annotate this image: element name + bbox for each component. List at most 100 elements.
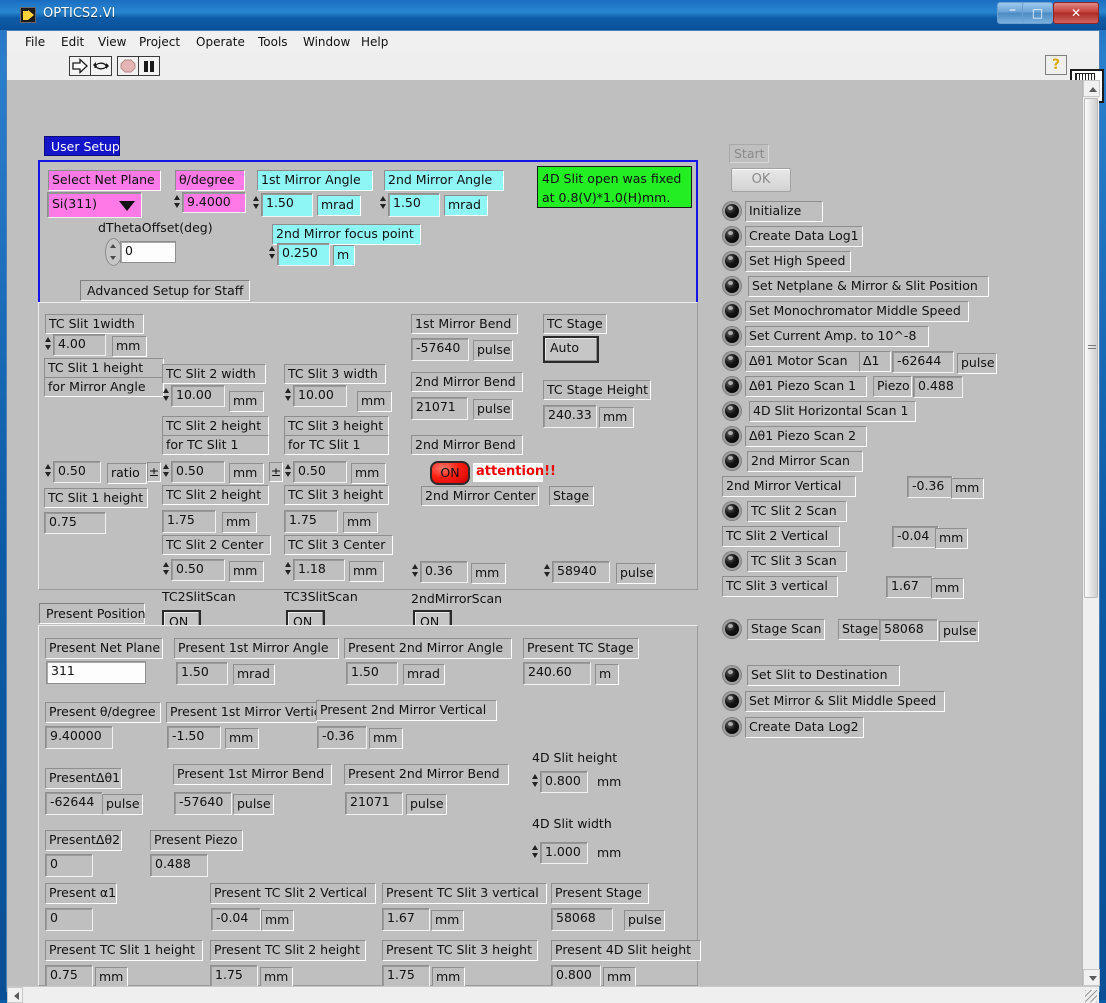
action-create-data-log1[interactable]: Create Data Log1	[745, 226, 863, 247]
run-continuously-icon[interactable]	[90, 56, 112, 76]
menu-operate[interactable]: Operate	[190, 34, 251, 50]
tc-stage-mode-button[interactable]: Auto	[543, 336, 599, 363]
menu-tools[interactable]: Tools	[252, 34, 294, 50]
action-set-netplane-mirror-slit[interactable]: Set Netplane & Mirror & Slit Position	[748, 276, 989, 297]
tc-slit1-ratio-field[interactable]: 0.50	[53, 461, 101, 483]
present-tc-slit1-height-label: Present TC Slit 1 height	[45, 940, 203, 961]
action-tc-slit3-scan[interactable]: TC Slit 3 Scan	[747, 551, 847, 572]
tc-slit3-width-field[interactable]: 10.00	[293, 385, 347, 407]
menu-file[interactable]: File	[19, 34, 51, 50]
present-tc-slit2-height-label: Present TC Slit 2 height	[210, 940, 366, 961]
4d-slit-height-spinner[interactable]	[531, 771, 540, 790]
second-mirror-angle-unit: mrad	[444, 195, 488, 216]
second-mirror-angle-spinner[interactable]	[379, 193, 388, 212]
second-mirror-center-spinner[interactable]	[411, 561, 420, 580]
first-mirror-angle-spinner[interactable]	[252, 193, 261, 212]
4d-slit-width-label: 4D Slit width	[532, 816, 612, 831]
present-theta-degree-value: 9.40000	[45, 726, 113, 749]
tc-slit2-offset-field[interactable]: 0.50	[171, 461, 225, 483]
maximize-button[interactable]: □	[1022, 2, 1053, 24]
4d-slit-width-field[interactable]: 1.000	[540, 842, 588, 864]
theta-degree-spinner[interactable]	[173, 192, 182, 211]
action-theta1-motor-scan[interactable]: Δθ1 Motor Scan	[745, 351, 862, 372]
maximize-icon: □	[1031, 6, 1044, 20]
dtheta-offset-field[interactable]: 0	[120, 241, 176, 263]
tc-slit3-width-spinner[interactable]	[284, 385, 293, 404]
tab-advanced-setup[interactable]: Advanced Setup for Staff	[80, 280, 250, 301]
tc-slit3-pm-sign: ±	[269, 462, 283, 482]
led-theta1-piezo-scan1	[723, 377, 741, 395]
present-2nd-mirror-bend-value: 21071	[345, 792, 403, 815]
theta-degree-field[interactable]: 9.4000	[182, 192, 246, 213]
4d-slit-width-unit: mm	[597, 845, 622, 860]
tc-slit2-width-field[interactable]: 10.00	[171, 385, 225, 407]
action-stage-scan[interactable]: Stage Scan	[747, 619, 825, 640]
run-arrow-icon[interactable]	[69, 56, 91, 76]
tc-slit3-offset-unit: mm	[351, 463, 386, 484]
action-create-data-log2[interactable]: Create Data Log2	[745, 717, 864, 738]
close-button[interactable]: ✕	[1053, 2, 1099, 24]
4d-slit-height-label: 4D Slit height	[532, 750, 618, 765]
action-initialize[interactable]: Initialize	[745, 201, 823, 222]
action-set-current-amp[interactable]: Set Current Amp. to 10^-8	[745, 326, 929, 347]
tab-present-position[interactable]: Present Position	[39, 603, 146, 624]
action-theta1-piezo-scan2[interactable]: Δθ1 Piezo Scan 2	[745, 426, 867, 447]
menu-window[interactable]: Window	[297, 34, 356, 50]
tc-slit3-center-field[interactable]: 1.18	[293, 559, 345, 581]
second-mirror-bend-on-toggle[interactable]: ON	[430, 461, 470, 485]
first-mirror-angle-label: 1st Mirror Angle	[257, 170, 373, 191]
action-second-mirror-scan[interactable]: 2nd Mirror Scan	[747, 451, 863, 472]
stage-field[interactable]: 58940	[552, 561, 610, 583]
second-mirror-focus-field[interactable]: 0.250	[277, 243, 330, 266]
tc-slit3-center-spinner[interactable]	[284, 559, 293, 578]
piezo-field-label: Piezo	[873, 376, 912, 397]
action-tc-slit2-scan[interactable]: TC Slit 2 Scan	[747, 501, 847, 522]
tc-slit1-width-spinner[interactable]	[44, 334, 53, 353]
action-4d-slit-horizontal-scan1[interactable]: 4D Slit Horizontal Scan 1	[749, 401, 916, 422]
tc-slit2-center-field[interactable]: 0.50	[171, 559, 225, 581]
vertical-scroll-thumb[interactable]	[1084, 98, 1098, 598]
menu-help[interactable]: Help	[355, 34, 394, 50]
tc-slit3-center-unit: mm	[349, 561, 384, 582]
ok-button[interactable]: OK	[731, 168, 791, 192]
action-set-mirror-slit-middle-speed[interactable]: Set Mirror & Slit Middle Speed	[745, 691, 945, 712]
tab-user-setup[interactable]: User Setup	[44, 136, 120, 156]
present-dtheta2-label: PresentΔθ2	[45, 830, 122, 851]
action-set-slit-to-destination[interactable]: Set Slit to Destination	[747, 665, 900, 686]
second-mirror-center-field[interactable]: 0.36	[420, 561, 468, 583]
theta1-field-label: Δ1	[859, 351, 891, 372]
context-help-button[interactable]: ?	[1045, 55, 1067, 75]
select-net-plane-combo[interactable]: Si(311)	[47, 192, 142, 218]
menu-project[interactable]: Project	[133, 34, 186, 50]
abort-execution-icon[interactable]	[117, 56, 139, 76]
tc-slit2-offset-spinner[interactable]	[162, 461, 171, 480]
second-mirror-angle-field[interactable]: 1.50	[388, 193, 440, 217]
stage-spinner[interactable]	[543, 561, 552, 580]
action-set-mono-middle-speed[interactable]: Set Monochromator Middle Speed	[745, 301, 969, 322]
led-stage-scan	[723, 620, 741, 638]
scroll-up-icon[interactable]	[1083, 80, 1100, 97]
4d-slit-height-field[interactable]: 0.800	[540, 771, 588, 793]
tc-slit3-offset-spinner[interactable]	[284, 461, 293, 480]
first-mirror-angle-field[interactable]: 1.50	[261, 193, 313, 217]
tc-slit1-ratio-spinner[interactable]	[44, 461, 53, 480]
tc-slit2-width-spinner[interactable]	[162, 385, 171, 404]
scroll-left-icon[interactable]	[7, 987, 23, 1003]
menu-edit[interactable]: Edit	[55, 34, 90, 50]
action-set-high-speed[interactable]: Set High Speed	[745, 251, 851, 272]
action-theta1-piezo-scan1[interactable]: Δθ1 Piezo Scan 1	[745, 376, 867, 397]
scroll-down-icon[interactable]	[1083, 969, 1100, 986]
vertical-scrollbar[interactable]	[1082, 80, 1100, 986]
tc-slit3-offset-field[interactable]: 0.50	[293, 461, 347, 483]
pause-icon[interactable]	[138, 56, 160, 76]
tc-slit1-width-field[interactable]: 4.00	[53, 334, 106, 356]
resize-grip[interactable]	[1085, 990, 1097, 1002]
menu-view[interactable]: View	[92, 34, 132, 50]
tc-slit2-center-spinner[interactable]	[162, 559, 171, 578]
horizontal-scrollbar[interactable]	[7, 986, 1099, 1003]
present-tc-slit2-vertical-unit: mm	[261, 910, 294, 931]
4d-slit-width-spinner[interactable]	[531, 842, 540, 861]
scroll-thumb-grip	[1088, 345, 1096, 351]
second-mirror-focus-spinner[interactable]	[268, 243, 277, 262]
present-2nd-mirror-bend-label: Present 2nd Mirror Bend	[344, 764, 509, 785]
